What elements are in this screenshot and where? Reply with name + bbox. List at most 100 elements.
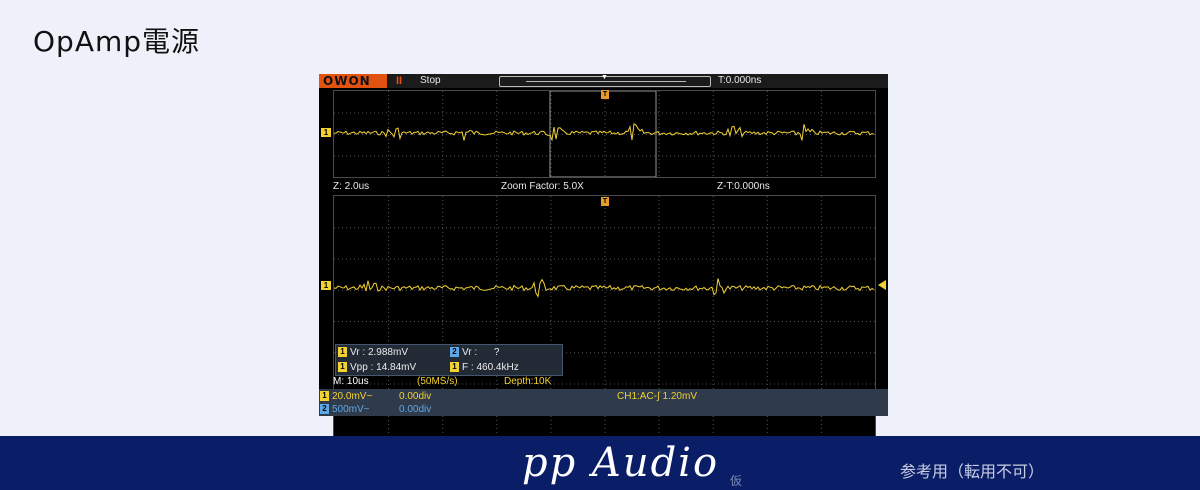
lower-grid-dot bbox=[496, 304, 498, 305]
upper-grid-dot bbox=[826, 155, 827, 157]
upper-grid-dot bbox=[650, 155, 651, 157]
upper-grid-dot bbox=[782, 112, 783, 114]
upper-grid-dot bbox=[766, 135, 768, 136]
upper-grid-dot bbox=[634, 134, 635, 135]
lower-grid-dot bbox=[496, 332, 498, 333]
lower-grid-dot bbox=[590, 258, 591, 260]
lower-grid-dot bbox=[442, 268, 444, 269]
lower-grid-dot bbox=[820, 372, 822, 373]
lower-grid-dot bbox=[842, 352, 843, 354]
lower-grid-dot bbox=[496, 320, 498, 321]
upper-grid-dot bbox=[874, 134, 875, 135]
lower-grid-dot bbox=[622, 321, 623, 322]
upper-grid-dot bbox=[598, 112, 599, 114]
lower-grid-dot bbox=[766, 344, 768, 345]
lower-grid-dot bbox=[712, 236, 714, 237]
lower-grid-dot bbox=[366, 258, 367, 260]
lower-grid-dot bbox=[362, 258, 363, 260]
sample-rate: (50MS/s) bbox=[417, 376, 458, 387]
lower-grid-dot bbox=[712, 284, 714, 285]
main-waveform-area bbox=[333, 90, 876, 178]
upper-grid-dot bbox=[658, 151, 660, 152]
upper-grid-dot bbox=[834, 155, 835, 157]
lower-grid-dot bbox=[454, 321, 455, 322]
upper-grid-dot bbox=[338, 155, 339, 157]
lower-grid-dot bbox=[766, 260, 768, 261]
upper-grid-dot bbox=[578, 155, 579, 157]
lower-grid-dot bbox=[770, 289, 771, 291]
lower-grid-dot bbox=[770, 352, 771, 354]
upper-grid-dot bbox=[550, 107, 552, 108]
upper-grid-dot bbox=[442, 147, 444, 148]
page-title: OpAmp電源 bbox=[33, 25, 201, 58]
upper-grid-dot bbox=[706, 112, 707, 114]
lower-grid-dot bbox=[642, 321, 643, 322]
lower-grid-dot bbox=[426, 321, 427, 322]
upper-grid-dot bbox=[388, 167, 390, 168]
lower-grid-dot bbox=[388, 204, 390, 205]
lower-grid-dot bbox=[658, 276, 660, 277]
lower-grid-dot bbox=[526, 289, 527, 291]
upper-grid-dot bbox=[346, 112, 347, 114]
lower-grid-dot bbox=[534, 321, 535, 322]
lower-grid-dot bbox=[518, 227, 519, 229]
lower-grid-dot bbox=[712, 260, 714, 261]
lower-grid-dot bbox=[678, 289, 679, 291]
lower-grid-dot bbox=[388, 196, 390, 197]
lower-grid-dot bbox=[514, 227, 515, 229]
lower-grid-dot bbox=[822, 227, 823, 229]
lower-grid-dot bbox=[590, 352, 591, 354]
lower-grid-dot bbox=[712, 268, 714, 269]
lower-grid-dot bbox=[442, 336, 444, 337]
lower-grid-dot bbox=[550, 220, 552, 221]
lower-grid-dot bbox=[766, 336, 768, 337]
lower-grid-dot bbox=[358, 321, 359, 322]
lower-grid-dot bbox=[710, 321, 711, 322]
lower-grid-dot bbox=[658, 204, 660, 205]
upper-grid-dot bbox=[496, 151, 498, 152]
lower-grid-dot bbox=[570, 321, 571, 322]
lower-grid-dot bbox=[822, 321, 823, 322]
lower-grid-dot bbox=[496, 196, 498, 197]
upper-grid-dot bbox=[734, 112, 735, 114]
upper-grid-dot bbox=[826, 134, 827, 135]
lower-grid-dot bbox=[496, 228, 498, 229]
lower-grid-dot bbox=[506, 258, 507, 260]
lower-grid-dot bbox=[678, 352, 679, 354]
lower-grid-dot bbox=[582, 227, 583, 229]
lower-grid-dot bbox=[754, 321, 755, 322]
lower-grid-dot bbox=[658, 340, 660, 341]
upper-grid-dot bbox=[370, 134, 371, 135]
upper-grid-dot bbox=[462, 155, 463, 157]
lower-grid-dot bbox=[694, 352, 695, 354]
lower-grid-dot bbox=[478, 227, 479, 229]
lower-grid-dot bbox=[712, 316, 714, 317]
upper-grid-dot bbox=[550, 111, 552, 112]
upper-grid-dot bbox=[388, 115, 390, 116]
lower-grid-dot bbox=[702, 289, 703, 291]
lower-grid-dot bbox=[442, 240, 444, 241]
lower-grid-dot bbox=[820, 284, 822, 285]
lower-grid-dot bbox=[762, 227, 763, 229]
upper-grid-dot bbox=[626, 112, 627, 114]
lower-grid-dot bbox=[750, 258, 751, 260]
upper-ch1-marker: 1 bbox=[321, 128, 331, 137]
lower-grid-dot bbox=[826, 289, 827, 291]
lower-grid-dot bbox=[606, 258, 607, 260]
lower-grid-dot bbox=[722, 352, 723, 354]
lower-grid-dot bbox=[442, 316, 444, 317]
lower-grid-dot bbox=[586, 321, 587, 322]
upper-grid-dot bbox=[388, 139, 390, 140]
lower-grid-dot bbox=[550, 284, 552, 285]
lower-grid-dot bbox=[820, 276, 822, 277]
lower-grid-dot bbox=[474, 227, 475, 229]
upper-grid-dot bbox=[712, 95, 714, 96]
lower-grid-dot bbox=[658, 220, 660, 221]
lower-grid-dot bbox=[654, 321, 655, 322]
upper-grid-dot bbox=[398, 112, 399, 114]
upper-grid-dot bbox=[766, 111, 768, 112]
lower-grid-dot bbox=[442, 244, 444, 245]
upper-grid-dot bbox=[388, 127, 390, 128]
upper-grid-dot bbox=[820, 115, 822, 116]
upper-grid-dot bbox=[438, 112, 439, 114]
